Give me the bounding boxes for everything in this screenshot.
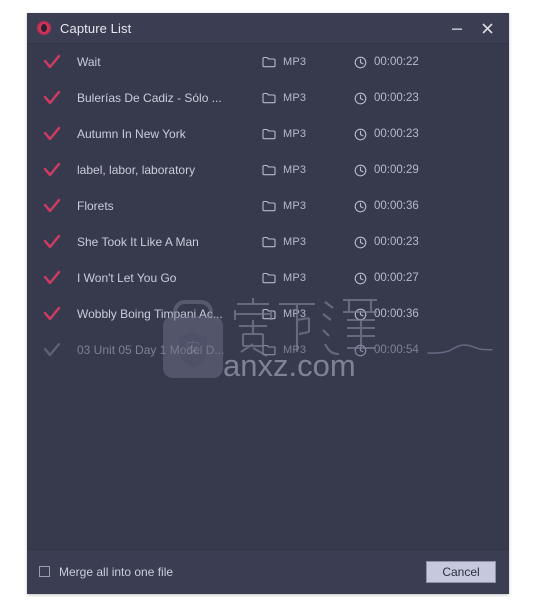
table-row[interactable]: Wobbly Boing Timpani Ac... MP3 00:00:36: [27, 296, 509, 332]
row-filename: Autumn In New York: [77, 127, 186, 141]
row-format: MP3: [262, 92, 354, 104]
row-filename: Wobbly Boing Timpani Ac...: [77, 307, 223, 321]
row-duration: 00:00:54: [354, 344, 419, 357]
clock-icon: [354, 56, 367, 69]
row-format: MP3: [262, 128, 354, 140]
table-row[interactable]: Florets MP3 00:00:36: [27, 188, 509, 224]
clock-icon: [354, 164, 367, 177]
close-icon[interactable]: [472, 13, 503, 44]
folder-icon: [262, 272, 276, 284]
window-controls: [441, 13, 509, 44]
capture-list[interactable]: Wait MP3 00:00:22 Bulerías De Cadiz - Só…: [27, 44, 509, 549]
clock-icon: [354, 92, 367, 105]
table-row[interactable]: 03 Unit 05 Day 1 Model D... MP3 00:00:54: [27, 332, 509, 368]
minimize-icon[interactable]: [441, 13, 472, 44]
folder-icon: [262, 236, 276, 248]
folder-icon: [262, 92, 276, 104]
row-format: MP3: [262, 272, 354, 284]
row-format-label: MP3: [283, 344, 307, 356]
row-duration: 00:00:27: [354, 272, 419, 285]
row-format-label: MP3: [283, 56, 307, 68]
row-duration-label: 00:00:36: [374, 200, 419, 212]
folder-icon: [262, 164, 276, 176]
row-filename: label, labor, laboratory: [77, 163, 196, 177]
row-format-label: MP3: [283, 200, 307, 212]
row-format: MP3: [262, 164, 354, 176]
merge-all-label: Merge all into one file: [59, 564, 174, 579]
checkmark-icon[interactable]: [41, 87, 63, 109]
checkbox-box-icon[interactable]: [39, 566, 50, 577]
folder-icon: [262, 128, 276, 140]
row-duration: 00:00:36: [354, 308, 419, 321]
table-row[interactable]: Bulerías De Cadiz - Sólo ... MP3 00:00:2…: [27, 80, 509, 116]
checkmark-icon[interactable]: [41, 303, 63, 325]
row-format-label: MP3: [283, 164, 307, 176]
app-logo-icon: [37, 21, 51, 35]
row-duration: 00:00:22: [354, 56, 419, 69]
row-duration-label: 00:00:54: [374, 344, 419, 356]
row-duration: 00:00:23: [354, 236, 419, 249]
window-titlebar[interactable]: Capture List: [27, 13, 509, 44]
row-format: MP3: [262, 308, 354, 320]
row-duration: 00:00:29: [354, 164, 419, 177]
waveform-icon: [427, 342, 493, 358]
checkmark-icon[interactable]: [41, 339, 63, 361]
clock-icon: [354, 128, 367, 141]
clock-icon: [354, 344, 367, 357]
row-format: MP3: [262, 56, 354, 68]
row-format-label: MP3: [283, 308, 307, 320]
row-filename: I Won't Let You Go: [77, 271, 177, 285]
cancel-button[interactable]: Cancel: [426, 560, 496, 583]
row-duration: 00:00:23: [354, 92, 419, 105]
row-duration-label: 00:00:27: [374, 272, 419, 284]
window-title: Capture List: [60, 20, 132, 36]
dialog-footer: Merge all into one file Cancel: [27, 549, 509, 593]
merge-all-checkbox[interactable]: Merge all into one file: [39, 565, 173, 579]
row-format-label: MP3: [283, 128, 307, 140]
capture-list-window: Capture List Wait MP3 00:00:22 Bulerías …: [27, 13, 509, 594]
checkmark-icon[interactable]: [41, 231, 63, 253]
row-duration-label: 00:00:36: [374, 308, 419, 320]
table-row[interactable]: I Won't Let You Go MP3 00:00:27: [27, 260, 509, 296]
row-duration: 00:00:23: [354, 128, 419, 141]
clock-icon: [354, 200, 367, 213]
row-duration: 00:00:36: [354, 200, 419, 213]
folder-icon: [262, 308, 276, 320]
folder-icon: [262, 56, 276, 68]
row-format: MP3: [262, 236, 354, 248]
clock-icon: [354, 308, 367, 321]
table-row[interactable]: Autumn In New York MP3 00:00:23: [27, 116, 509, 152]
table-row[interactable]: Wait MP3 00:00:22: [27, 44, 509, 80]
clock-icon: [354, 236, 367, 249]
row-format: MP3: [262, 344, 354, 356]
checkmark-icon[interactable]: [41, 51, 63, 73]
checkmark-icon[interactable]: [41, 123, 63, 145]
checkmark-icon[interactable]: [41, 159, 63, 181]
checkmark-icon[interactable]: [41, 195, 63, 217]
clock-icon: [354, 272, 367, 285]
row-filename: 03 Unit 05 Day 1 Model D...: [77, 343, 225, 357]
row-format-label: MP3: [283, 272, 307, 284]
checkmark-icon[interactable]: [41, 267, 63, 289]
row-format-label: MP3: [283, 236, 307, 248]
row-duration-label: 00:00:23: [374, 92, 419, 104]
row-duration-label: 00:00:23: [374, 128, 419, 140]
folder-icon: [262, 200, 276, 212]
row-format-label: MP3: [283, 92, 307, 104]
row-format: MP3: [262, 200, 354, 212]
row-duration-label: 00:00:29: [374, 164, 419, 176]
row-duration-label: 00:00:23: [374, 236, 419, 248]
row-filename: Bulerías De Cadiz - Sólo ...: [77, 91, 222, 105]
table-row[interactable]: She Took It Like A Man MP3 00:00:23: [27, 224, 509, 260]
row-filename: She Took It Like A Man: [77, 235, 199, 249]
screen-root: Capture List Wait MP3 00:00:22 Bulerías …: [0, 0, 533, 614]
table-row[interactable]: label, labor, laboratory MP3 00:00:29: [27, 152, 509, 188]
folder-icon: [262, 344, 276, 356]
row-filename: Florets: [77, 199, 114, 213]
row-duration-label: 00:00:22: [374, 56, 419, 68]
row-filename: Wait: [77, 55, 101, 69]
